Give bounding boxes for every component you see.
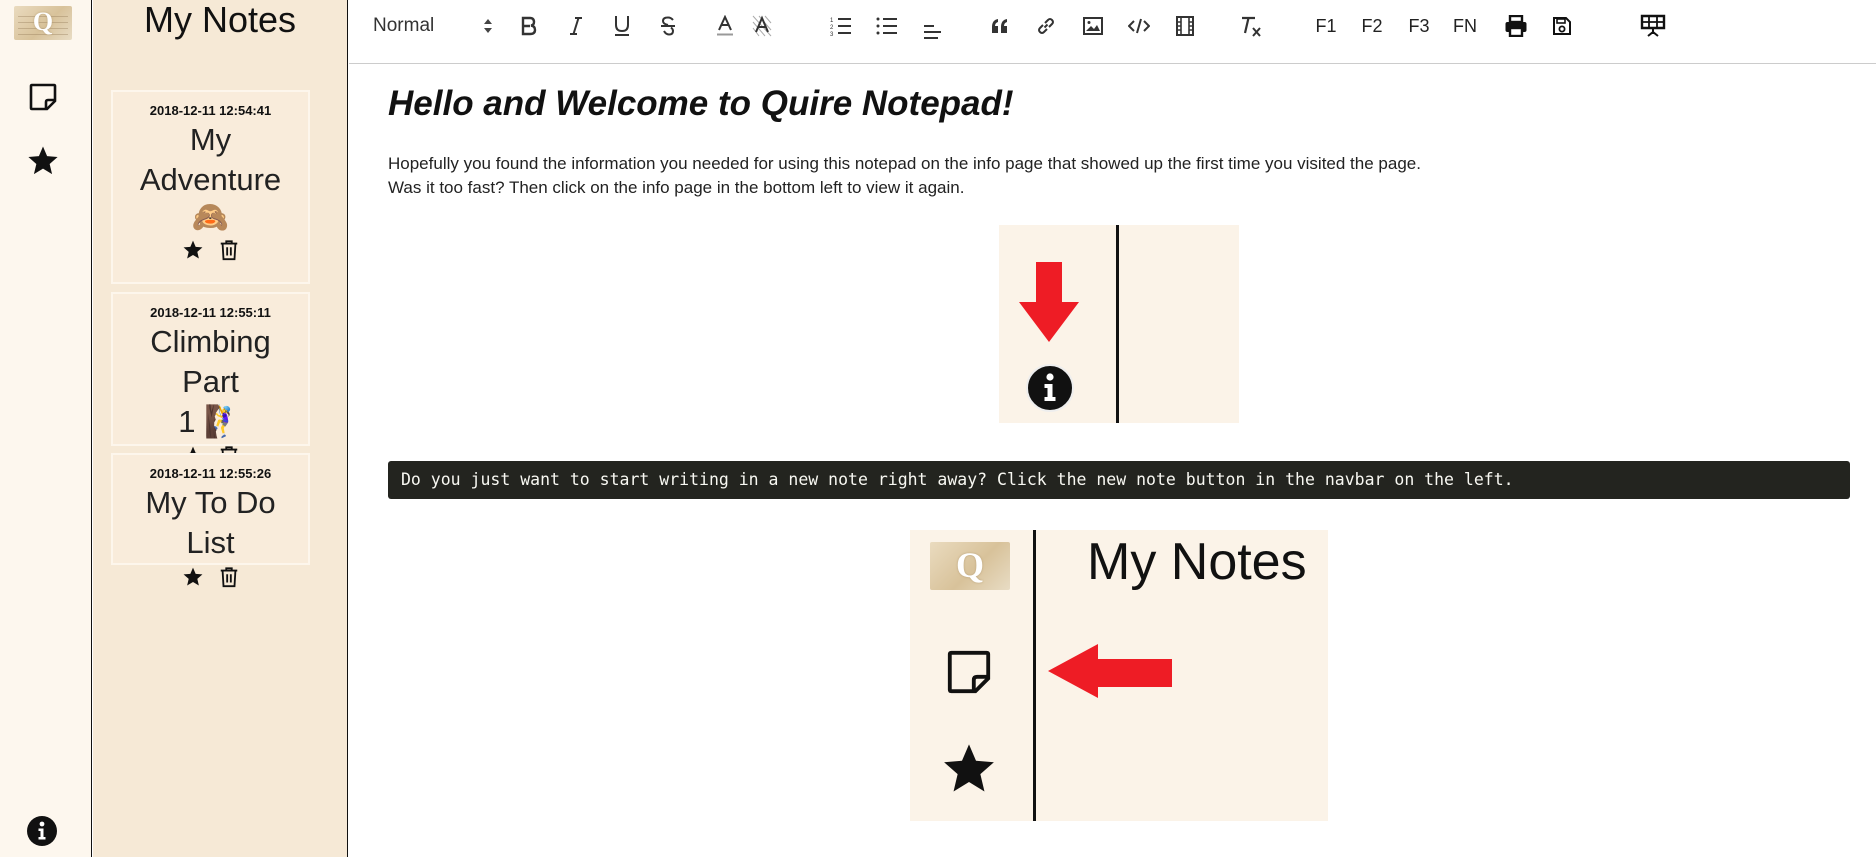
sticky-note-icon [29,83,57,111]
image-icon [1083,17,1103,35]
trash-icon [220,567,237,588]
note-title-line: Adventure [139,162,282,197]
red-down-arrow-icon [1019,262,1079,342]
favorite-note-button[interactable] [181,565,205,589]
trash-icon [220,240,237,261]
intro-paragraph: Hopefully you found the information you … [388,154,1421,173]
underline-button[interactable] [602,8,642,44]
star-icon [944,744,994,792]
notes-panel: My Notes 2018-12-11 12:54:41 My Adventur… [93,0,348,857]
info-icon [1026,364,1074,412]
strikethrough-icon [661,16,675,36]
star-icon [28,146,58,175]
note-heading: Hello and Welcome to Quire Notepad! [388,84,1014,123]
save-icon [1553,17,1571,35]
quote-icon [992,19,1007,33]
table-button[interactable] [1631,8,1675,44]
note-title: My To Do List [113,483,308,563]
note-card[interactable]: 2018-12-11 12:55:26 My To Do List [111,453,310,588]
app: Q My Notes 2018-12-11 12:54:41 My Advent… [0,0,1876,857]
ordered-list-icon: 123 [830,18,851,36]
note-emoji: 🙈 [191,201,230,234]
select-arrows-icon [484,19,492,33]
table-icon [1640,14,1666,37]
editor-toolbar: Normal 123 F1 F2 F3 FN [349,0,1876,64]
bullet-list-icon [876,17,897,35]
favorite-note-button[interactable] [181,238,205,262]
bold-button[interactable] [509,8,549,44]
text-color-icon [717,15,733,36]
blockquote-button[interactable] [980,8,1020,44]
font-3-button[interactable]: F3 [1399,8,1439,44]
background-color-button[interactable] [742,8,782,44]
info-icon [27,816,57,846]
image-notes-title: My Notes [1087,533,1307,591]
italic-icon [570,17,582,35]
divider-line [1033,530,1036,821]
svg-text:3: 3 [830,32,834,36]
ordered-list-button[interactable]: 123 [821,8,861,44]
favorites-button[interactable] [24,142,62,180]
icon-rail: Q [0,0,92,857]
code-block: Do you just want to start writing in a n… [388,461,1850,499]
film-icon [1176,16,1194,36]
clear-format-button[interactable] [1231,8,1271,44]
font-2-button[interactable]: F2 [1352,8,1392,44]
format-select-value: Normal [373,15,435,36]
quire-logo: Q [930,542,1010,590]
intro-paragraph: Was it too fast? Then click on the info … [388,178,965,197]
logo-letter: Q [955,545,984,585]
strikethrough-button[interactable] [648,8,688,44]
print-button[interactable] [1496,8,1536,44]
sticky-note-icon [947,650,991,694]
link-icon [1038,18,1054,34]
font-1-button[interactable]: F1 [1306,8,1346,44]
editor-content[interactable]: Hello and Welcome to Quire Notepad! Hope… [388,64,1850,857]
delete-note-button[interactable] [217,238,241,262]
image-button[interactable] [1073,8,1113,44]
new-note-button[interactable] [24,78,62,116]
clear-format-icon [1242,16,1261,37]
note-title-line: My [189,122,232,157]
format-select[interactable]: Normal [373,10,493,42]
logo-letter: Q [32,7,54,36]
font-normal-button[interactable]: FN [1445,8,1485,44]
notes-panel-title: My Notes [143,0,297,40]
bold-icon [521,16,537,36]
align-left-icon [924,25,941,39]
divider-line [1116,225,1119,423]
note-title: My Adventure [113,120,308,200]
new-note-hint-image: Q My Notes [910,530,1328,821]
note-date: 2018-12-11 12:54:41 [149,103,272,118]
bullet-list-button[interactable] [867,8,907,44]
info-button[interactable] [26,815,58,847]
align-button[interactable] [913,14,953,50]
quire-logo[interactable]: Q [14,6,72,40]
note-date: 2018-12-11 12:55:26 [149,466,272,481]
star-icon [183,240,202,259]
video-button[interactable] [1165,8,1205,44]
link-button[interactable] [1026,8,1066,44]
red-left-arrow-icon [1048,644,1172,698]
highlight-icon [752,15,772,37]
note-title: Climbing Part 1 🧗‍♀ [113,322,308,442]
note-card[interactable]: 2018-12-11 12:55:11 Climbing Part 1 🧗‍♀ [111,292,310,467]
save-button[interactable] [1542,8,1582,44]
svg-text:2: 2 [830,25,834,31]
text-color-button[interactable] [705,8,745,44]
underline-icon [615,16,629,36]
note-title-line: Climbing Part [150,324,271,399]
code-icon [1128,18,1150,34]
code-block-button[interactable] [1119,8,1159,44]
svg-text:1: 1 [830,18,834,24]
note-title-line: 1 🧗‍♀ [178,404,243,439]
delete-note-button[interactable] [217,565,241,589]
info-hint-image [999,225,1239,423]
note-card[interactable]: 2018-12-11 12:54:41 My Adventure 🙈 [111,90,310,284]
note-title-line: My To Do List [145,485,276,560]
star-icon [183,567,202,586]
printer-icon [1505,15,1527,37]
italic-button[interactable] [556,8,596,44]
note-date: 2018-12-11 12:55:11 [150,305,271,320]
